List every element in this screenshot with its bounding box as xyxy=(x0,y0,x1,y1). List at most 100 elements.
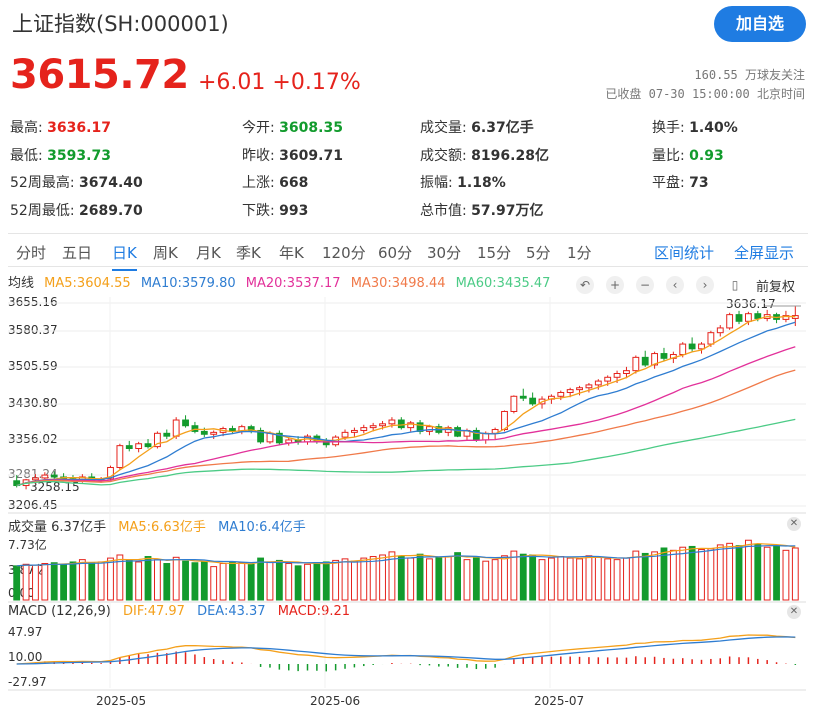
candle-body xyxy=(144,443,152,448)
volume-bar xyxy=(210,566,218,601)
candle-body xyxy=(604,376,612,382)
volume-bar xyxy=(88,562,96,601)
volume-bar xyxy=(557,556,565,601)
candle-body xyxy=(350,429,358,433)
volume-bar xyxy=(669,549,677,601)
candle-body xyxy=(632,356,640,372)
volume-bar xyxy=(163,563,171,601)
volume-bar xyxy=(604,558,612,601)
candle-body xyxy=(566,389,574,393)
candle-body xyxy=(585,384,593,389)
volume-bar xyxy=(613,559,621,601)
ma20-line xyxy=(16,346,796,487)
volume-bar xyxy=(566,557,574,601)
candle-body xyxy=(397,419,405,429)
volume-bar xyxy=(538,559,546,601)
volume-bar xyxy=(229,561,236,601)
ma5-line xyxy=(16,315,796,487)
kline-chart[interactable] xyxy=(0,0,815,716)
volume-bar xyxy=(257,557,265,601)
volume-bar xyxy=(22,563,30,601)
volume-bar xyxy=(688,545,696,601)
candle-body xyxy=(32,477,39,481)
volume-bar xyxy=(519,553,527,601)
candle-body xyxy=(388,419,396,425)
volume-bar xyxy=(97,561,105,601)
candle-body xyxy=(594,380,602,386)
candle-body xyxy=(454,427,462,437)
volume-ma5-line xyxy=(16,542,796,567)
volume-bar xyxy=(294,565,302,601)
volume-bar xyxy=(763,546,771,601)
volume-bar xyxy=(632,550,640,601)
candle-body xyxy=(716,327,724,334)
candle-body xyxy=(50,474,58,478)
volume-bar xyxy=(153,559,161,601)
volume-bar xyxy=(41,563,49,601)
volume-bar xyxy=(191,562,199,601)
candle-body xyxy=(698,343,705,350)
volume-bar xyxy=(182,560,189,601)
volume-bar xyxy=(247,563,255,601)
volume-bar xyxy=(791,547,799,601)
volume-bar xyxy=(69,561,77,601)
volume-bar xyxy=(172,556,180,601)
volume-bar xyxy=(698,549,705,601)
volume-bar xyxy=(510,550,518,601)
volume-bar xyxy=(782,549,790,601)
volume-bar xyxy=(313,562,321,601)
volume-bar xyxy=(454,552,462,601)
candle-body xyxy=(210,431,218,435)
candle-body xyxy=(613,373,621,378)
volume-bar xyxy=(397,556,405,601)
volume-bar xyxy=(125,559,133,601)
candle-body xyxy=(379,423,386,427)
volume-bar xyxy=(285,563,293,601)
volume-bar xyxy=(585,555,593,601)
candle-body xyxy=(200,430,208,435)
candle-body xyxy=(641,356,649,366)
volume-bar xyxy=(219,563,227,601)
candle-body xyxy=(426,426,433,432)
volume-bar xyxy=(726,542,734,601)
candle-body xyxy=(369,425,377,429)
volume-bar xyxy=(472,557,480,601)
volume-bar xyxy=(50,562,58,601)
candle-body xyxy=(623,370,630,375)
volume-bar xyxy=(491,559,499,601)
volume-bar xyxy=(60,563,68,601)
volume-bar xyxy=(341,558,349,601)
candle-body xyxy=(116,445,124,468)
volume-bar xyxy=(266,561,274,601)
volume-bar xyxy=(379,554,386,601)
volume-bar xyxy=(426,558,433,601)
volume-bar xyxy=(13,565,21,601)
candle-body xyxy=(726,314,734,329)
volume-bar xyxy=(32,564,39,601)
candle-body xyxy=(735,314,743,322)
volume-bar xyxy=(482,560,490,601)
volume-bar xyxy=(679,546,687,601)
volume-bar xyxy=(754,543,762,601)
candle-body xyxy=(135,443,143,450)
candle-body xyxy=(360,427,368,431)
volume-bar xyxy=(641,552,649,601)
volume-bar xyxy=(416,553,424,601)
candle-body xyxy=(576,387,583,391)
volume-bar xyxy=(78,559,86,601)
candle-body xyxy=(341,431,349,438)
candle-body xyxy=(266,432,274,443)
volume-bar xyxy=(304,563,311,601)
volume-bar xyxy=(107,557,114,601)
volume-bar xyxy=(623,557,630,601)
volume-bar xyxy=(651,551,659,601)
volume-bar xyxy=(529,554,537,601)
candle-body xyxy=(519,395,527,399)
candle-body xyxy=(182,419,189,427)
candle-body xyxy=(557,391,565,397)
volume-bar xyxy=(360,557,368,601)
volume-bar xyxy=(444,556,452,601)
volume-bar xyxy=(576,558,583,601)
candle-body xyxy=(529,397,537,405)
candle-body xyxy=(510,395,518,412)
